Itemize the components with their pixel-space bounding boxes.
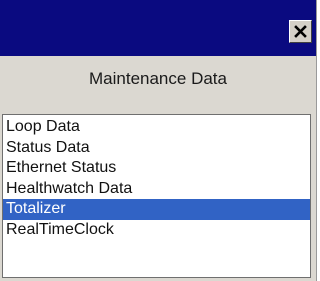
maintenance-window: Maintenance Data Loop Data Status Data E…	[0, 0, 317, 281]
title-bar[interactable]	[0, 0, 316, 56]
list-item-status-data[interactable]: Status Data	[3, 138, 310, 159]
list-item-ethernet-status[interactable]: Ethernet Status	[3, 158, 310, 179]
maintenance-data-list[interactable]: Loop Data Status Data Ethernet Status He…	[2, 114, 311, 278]
list-item-healthwatch-data[interactable]: Healthwatch Data	[3, 179, 310, 200]
list-item-realtimeclock[interactable]: RealTimeClock	[3, 220, 310, 241]
maintenance-data-label: Maintenance Data	[89, 69, 227, 88]
close-icon	[294, 25, 307, 38]
list-item-totalizer[interactable]: Totalizer	[3, 199, 310, 220]
close-button[interactable]	[289, 20, 312, 43]
list-item-loop-data[interactable]: Loop Data	[3, 117, 310, 138]
